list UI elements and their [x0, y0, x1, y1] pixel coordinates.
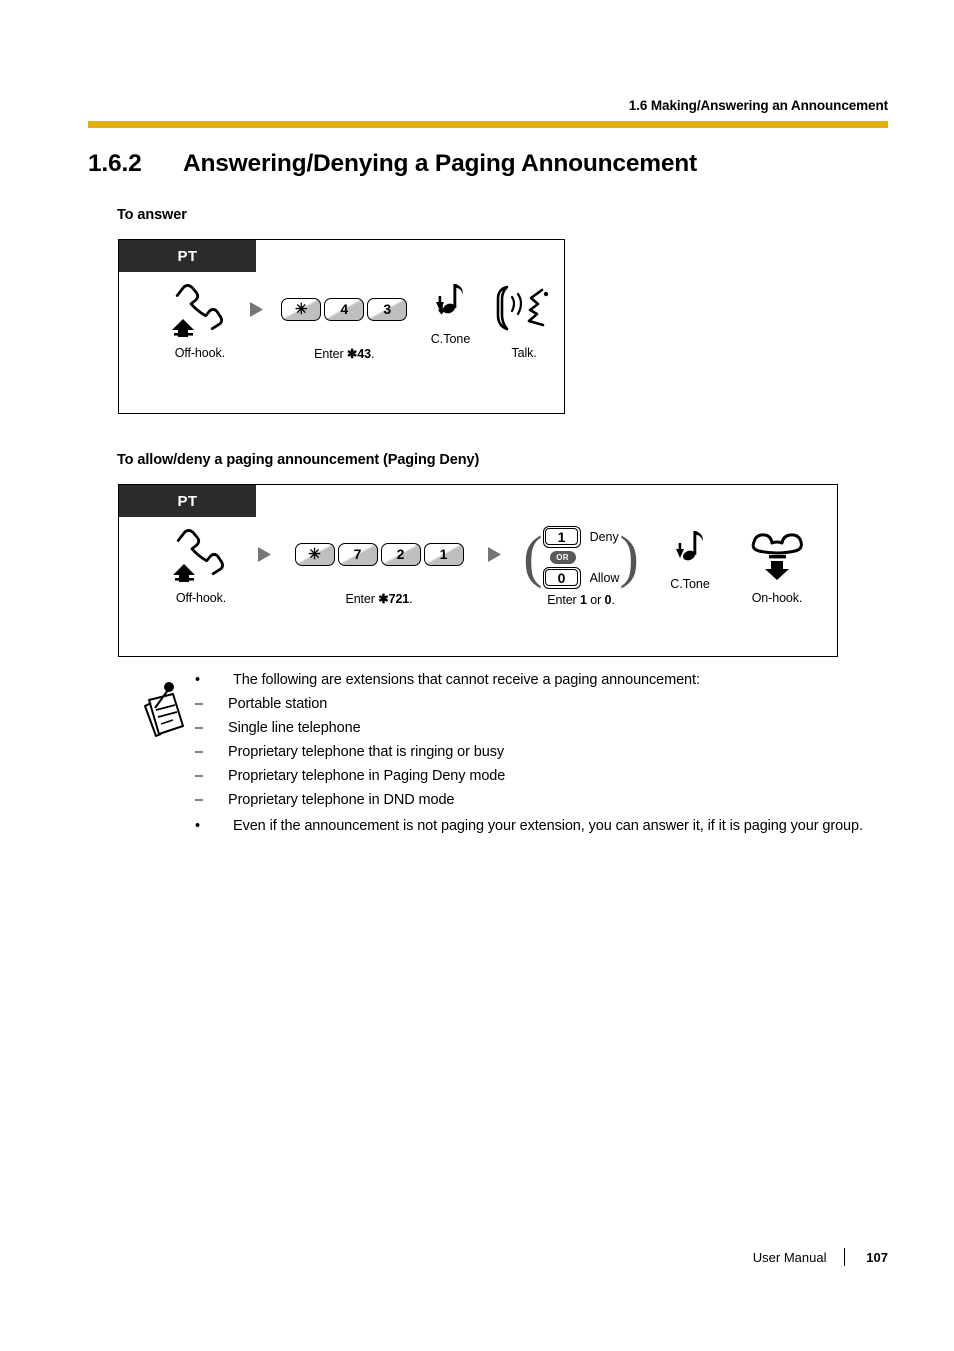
- subheading-paging-deny: To allow/deny a paging announcement (Pag…: [117, 452, 480, 468]
- right-brace: ): [619, 524, 639, 590]
- section-heading-text: Answering/Denying a Paging Announcement: [183, 150, 698, 177]
- header-rule: [88, 121, 888, 128]
- diagram-paging-deny: PT Off-hook. ✳ 7 2 1 Enter ✱721. (1 Den…: [118, 484, 838, 657]
- dash-marker: –: [195, 768, 203, 785]
- tone-note-icon: [433, 272, 467, 330]
- dash-marker: –: [195, 744, 203, 761]
- dash-marker: –: [195, 696, 203, 713]
- section-number: 1.6.2: [88, 150, 142, 177]
- left-brace: (: [523, 524, 543, 590]
- arrow-right-icon: [247, 517, 281, 591]
- subheading-to-answer: To answer: [117, 207, 187, 223]
- step-caption: Talk.: [511, 346, 537, 360]
- diagram-to-answer: PT Off-hook. ✳ 4 3 Enter ✱43. C.Tone Tal…: [118, 239, 565, 414]
- arrow-right-icon: [477, 517, 511, 591]
- footer-divider: [843, 1248, 845, 1266]
- step-off-hook: Off-hook.: [155, 517, 247, 605]
- step-caption: On-hook.: [751, 591, 803, 605]
- keycap-2[interactable]: 2: [380, 542, 421, 566]
- list-item: – Proprietary telephone that is ringing …: [195, 740, 895, 764]
- note-subtext: Proprietary telephone in Paging Deny mod…: [228, 768, 506, 785]
- talk-handset-icon: [493, 272, 555, 346]
- note-subtext: Proprietary telephone in DND mode: [228, 792, 455, 809]
- key-sequence: ✳ 7 2 1: [294, 542, 464, 566]
- step-caption: Enter ✱43.: [314, 346, 374, 361]
- step-caption: Off-hook.: [174, 346, 225, 360]
- keycap-1[interactable]: 1: [423, 542, 464, 566]
- note-subtext: Portable station: [228, 696, 328, 713]
- note-text: The following are extensions that cannot…: [233, 672, 700, 688]
- list-item: • Even if the announcement is not paging…: [195, 814, 895, 838]
- bullet-marker: •: [195, 672, 200, 688]
- footer-doc-title: User Manual: [752, 1249, 827, 1265]
- list-item: – Single line telephone: [195, 716, 895, 740]
- dash-marker: –: [195, 720, 203, 737]
- keycap-star[interactable]: ✳: [294, 542, 335, 566]
- caption-suffix: .: [611, 593, 615, 607]
- option-label-allow: Allow: [589, 570, 620, 585]
- note-text: Even if the announcement is not paging y…: [233, 818, 863, 835]
- off-hook-handset-icon: [170, 272, 230, 346]
- note-sub-list: – Portable station – Single line telepho…: [195, 692, 895, 812]
- list-item: – Proprietary telephone in Paging Deny m…: [195, 764, 895, 788]
- caption-mid: or: [586, 593, 605, 607]
- tone-note-icon: [673, 517, 707, 579]
- phone-type-tag: PT: [119, 485, 256, 517]
- step-caption: Enter 1 or 0.: [547, 593, 615, 607]
- keycap-4[interactable]: 4: [324, 297, 365, 321]
- caption-prefix: Enter: [547, 593, 580, 607]
- note-memo-icon: [137, 682, 191, 745]
- keycap-star[interactable]: ✳: [281, 297, 322, 321]
- deny-allow-choice-group: ( 1 Deny OR 0 Allow ): [509, 524, 653, 590]
- list-item: – Portable station: [195, 692, 895, 716]
- caption-code: ✱43: [346, 347, 371, 361]
- footer-page-number: 107: [866, 1249, 888, 1265]
- caption-option-a: 1: [579, 593, 587, 607]
- note-bullet-list: • The following are extensions that cann…: [195, 668, 895, 838]
- step-enter-code: ✳ 7 2 1 Enter ✱721.: [281, 517, 477, 606]
- step-caption: Off-hook.: [175, 591, 227, 605]
- running-header: 1.6 Making/Answering an Announcement: [628, 98, 888, 113]
- step-confirmation-tone: C.Tone: [651, 517, 729, 591]
- option-label-deny: Deny: [589, 529, 619, 544]
- step-talk: Talk.: [484, 272, 564, 360]
- or-badge: OR: [549, 550, 576, 564]
- keycap-0-allow[interactable]: 0: [542, 566, 581, 589]
- tone-label: C.Tone: [670, 577, 710, 591]
- on-hook-handset-icon: [746, 517, 808, 591]
- note-subtext: Proprietary telephone that is ringing or…: [228, 744, 504, 761]
- step-choose-deny-allow: ( 1 Deny OR 0 Allow ) Enter 1 or 0.: [511, 517, 651, 607]
- bullet-marker: •: [195, 818, 200, 835]
- dash-marker: –: [195, 792, 203, 809]
- off-hook-handset-icon: [171, 517, 231, 591]
- phone-type-tag: PT: [119, 240, 256, 272]
- list-item: – Proprietary telephone in DND mode: [195, 788, 895, 812]
- step-enter-code: ✳ 4 3 Enter ✱43.: [272, 272, 417, 361]
- step-confirmation-tone: C.Tone: [417, 272, 484, 346]
- caption-code: ✱721: [378, 592, 410, 606]
- keycap-1-deny[interactable]: 1: [542, 525, 581, 548]
- note-subtext: Single line telephone: [228, 720, 361, 737]
- step-on-hook: On-hook.: [729, 517, 825, 605]
- step-off-hook: Off-hook.: [159, 272, 241, 360]
- caption-suffix: .: [370, 347, 375, 361]
- page-title: 1.6.2 Answering/Denying a Paging Announc…: [88, 150, 908, 178]
- arrow-right-icon: [241, 272, 272, 346]
- step-caption: Enter ✱721.: [345, 591, 412, 606]
- tone-label: C.Tone: [430, 332, 471, 346]
- note-block: • The following are extensions that cann…: [137, 668, 897, 838]
- caption-prefix: Enter: [345, 592, 379, 606]
- keycap-3[interactable]: 3: [367, 297, 408, 321]
- caption-suffix: .: [409, 592, 413, 606]
- page-footer: User Manual 107: [88, 1248, 888, 1266]
- keycap-7[interactable]: 7: [337, 542, 378, 566]
- key-sequence: ✳ 4 3: [281, 297, 408, 321]
- list-item: • The following are extensions that cann…: [195, 668, 895, 812]
- caption-prefix: Enter: [314, 347, 347, 361]
